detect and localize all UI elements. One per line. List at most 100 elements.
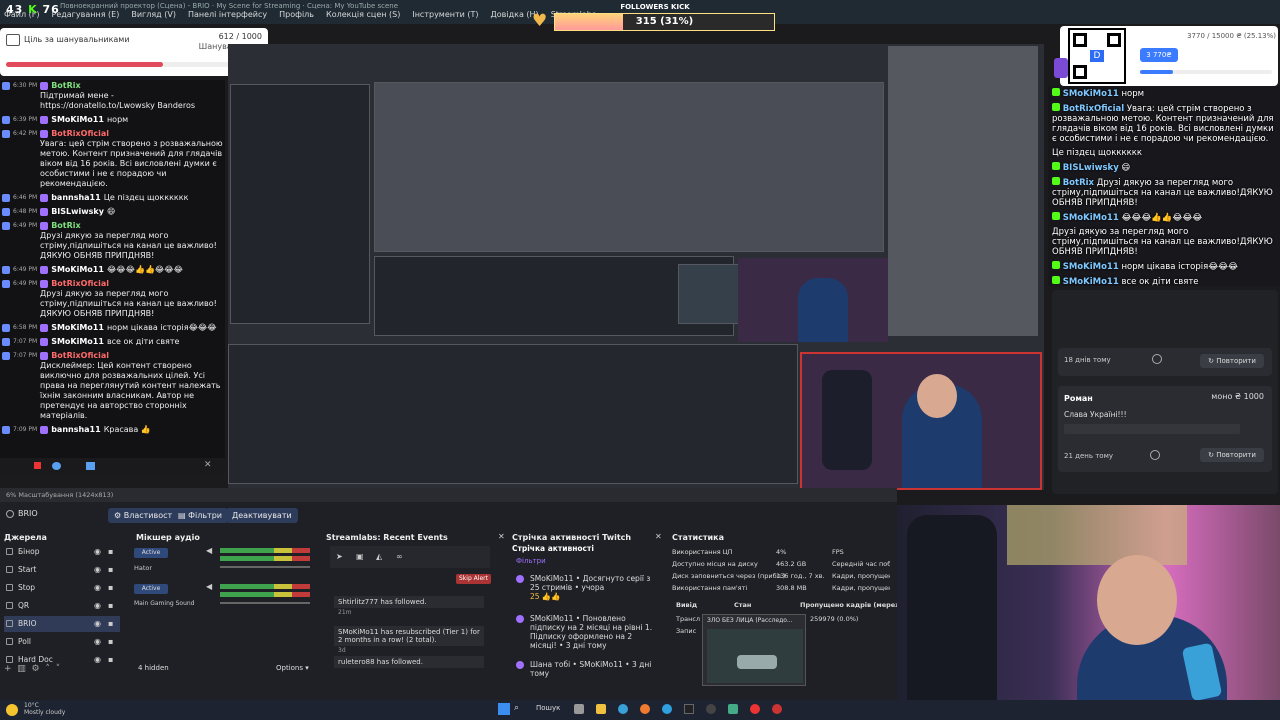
menu-view[interactable]: Вигляд (V) — [131, 10, 176, 19]
overlay-chat-message: BotRixOficial Увага: цей стрім створено … — [1048, 101, 1280, 146]
chrome-icon[interactable] — [750, 704, 760, 714]
stat-extra: Кадри, пропущені че — [832, 584, 890, 592]
channel-active-badge: Active — [134, 548, 168, 558]
stats-col-dropped: Пропущено кадрів (мережа) — [800, 601, 909, 609]
repeat-button[interactable]: ↻ Повторити — [1200, 354, 1264, 368]
options-menu[interactable]: Options ▾ — [276, 664, 309, 672]
eye-icon[interactable]: ◉ — [94, 580, 101, 596]
lock-icon[interactable]: ▪ — [108, 598, 113, 614]
taskbar-search[interactable]: Пошук — [536, 704, 560, 712]
source-item[interactable]: Stop ◉ ▪ — [4, 580, 120, 596]
deactivate-button[interactable]: Деактивувати — [226, 508, 298, 523]
source-item[interactable]: Бінор ◉ ▪ — [4, 544, 120, 560]
close-icon[interactable]: ✕ — [498, 532, 505, 541]
gift-icon[interactable]: ▣ — [356, 552, 364, 561]
speaker-icon[interactable]: ◀ — [206, 546, 212, 555]
message-author[interactable]: BotRixOficial — [51, 351, 109, 361]
close-icon[interactable]: ✕ — [655, 532, 662, 541]
donation-reply-field[interactable] — [1064, 424, 1240, 434]
pause-icon[interactable] — [34, 462, 41, 469]
message-author[interactable]: SMoKiMo11 — [51, 265, 104, 275]
goal-count: 612 / 1000 — [218, 32, 262, 41]
source-item[interactable]: QR ◉ ▪ — [4, 598, 120, 614]
weather-widget[interactable]: 10°C Mostly cloudy — [24, 702, 65, 716]
activity-item: SMoKiMo11 • Поновлено підписку на 2 міся… — [512, 614, 660, 650]
down-icon[interactable]: ˅ — [56, 664, 61, 674]
menu-docks[interactable]: Панелі інтерфейсу — [188, 10, 267, 19]
megaphone-icon[interactable]: ◭ — [376, 552, 382, 561]
settings-icon[interactable]: ⚙ — [32, 664, 40, 674]
obs-status-line: 6% Масштабування (1424x813) — [0, 488, 897, 502]
menu-scene-collection[interactable]: Колекція сцен (S) — [326, 10, 400, 19]
streamlabs-icon[interactable] — [772, 704, 782, 714]
donation-name: Роман — [1064, 394, 1093, 403]
add-icon[interactable]: + — [4, 664, 12, 674]
filters-button[interactable]: ▤ Фільтри — [172, 508, 228, 523]
link-icon[interactable]: ∞ — [396, 552, 403, 561]
eye-icon[interactable]: ◉ — [94, 562, 101, 578]
video-thumbnail-popup[interactable]: ЗЛО БЕЗ ЛИЦА (Расследо... — [702, 614, 806, 686]
message-time: 6:39 PM — [13, 116, 38, 123]
message-author[interactable]: BotRixOficial — [51, 279, 109, 289]
source-item[interactable]: Start ◉ ▪ — [4, 562, 120, 578]
kick-logo-icon — [1054, 58, 1068, 78]
eye-icon[interactable]: ◉ — [94, 634, 101, 650]
task-view-icon[interactable] — [574, 704, 584, 714]
telegram-icon[interactable] — [662, 704, 672, 714]
message-author[interactable]: BISLwiwsky — [51, 207, 104, 217]
menu-edit[interactable]: Редагування (E) — [52, 10, 120, 19]
lock-icon[interactable]: ▪ — [108, 634, 113, 650]
properties-button[interactable]: ⚙ Властивості — [108, 508, 181, 523]
stat-label: Доступно місця на диску — [672, 560, 758, 568]
message-author[interactable]: BotRix — [51, 81, 80, 91]
lock-icon[interactable]: ▪ — [108, 580, 113, 596]
firefox-icon[interactable] — [640, 704, 650, 714]
overlay-chat-message: SMoKiMo11 норм — [1048, 86, 1280, 101]
viewer-counter: 43 K 76 — [6, 3, 60, 16]
lock-icon[interactable]: ▪ — [108, 652, 113, 668]
folder-icon[interactable] — [596, 704, 606, 714]
volume-slider[interactable] — [220, 602, 310, 604]
message-author[interactable]: SMoKiMo11 — [51, 323, 104, 333]
eye-icon[interactable]: ◉ — [94, 652, 101, 668]
lock-icon[interactable]: ▪ — [108, 562, 113, 578]
eye-icon[interactable]: ◉ — [94, 598, 101, 614]
filter-icon[interactable] — [86, 462, 95, 470]
stat-value: 463.2 GB — [776, 560, 807, 568]
menu-profile[interactable]: Профіль — [279, 10, 314, 19]
message-author[interactable]: SMoKiMo11 — [51, 337, 104, 347]
close-icon[interactable]: ✕ — [204, 460, 212, 470]
eye-icon[interactable]: ◉ — [94, 544, 101, 560]
eye-icon[interactable] — [1150, 450, 1160, 460]
menu-tools[interactable]: Інструменти (T) — [412, 10, 478, 19]
user-icon[interactable] — [52, 462, 61, 470]
repeat-button[interactable]: ↻ Повторити — [1200, 448, 1264, 462]
send-icon[interactable]: ➤ — [336, 552, 343, 561]
event-ago: 21m — [338, 609, 352, 616]
speaker-icon[interactable]: ◀ — [206, 582, 212, 591]
windows-start-icon[interactable] — [498, 703, 510, 715]
up-icon[interactable]: ˄ — [45, 664, 50, 674]
source-item[interactable]: Poll ◉ ▪ — [4, 634, 120, 650]
activity-filter[interactable]: Фільтри — [516, 557, 546, 565]
eye-icon[interactable] — [1152, 354, 1162, 364]
remove-icon[interactable]: ▥ — [17, 664, 26, 674]
message-author[interactable]: bannsha11 — [51, 425, 101, 435]
volume-slider[interactable] — [220, 566, 310, 568]
lock-icon[interactable]: ▪ — [108, 544, 113, 560]
edge-icon[interactable] — [618, 704, 628, 714]
lock-icon[interactable]: ▪ — [108, 616, 113, 632]
message-author[interactable]: BotRixOficial — [51, 129, 109, 139]
message-author[interactable]: bannsha11 — [51, 193, 101, 203]
eye-icon[interactable]: ◉ — [94, 616, 101, 632]
skip-alert-button[interactable]: Skip Alert — [456, 574, 491, 584]
activity-text: SMoKiMo11 • Досягнуто серії з 25 стримів… — [530, 574, 651, 592]
stats-row: Використання пам'яті 308.8 MB Кадри, пропу… — [672, 584, 892, 592]
obs-icon[interactable] — [706, 704, 716, 714]
message-author[interactable]: BotRix — [51, 221, 80, 231]
popup-title: ЗЛО БЕЗ ЛИЦА (Расследо... — [707, 617, 793, 624]
source-item[interactable]: BRIO ◉ ▪ — [4, 616, 120, 632]
app-icon[interactable] — [728, 704, 738, 714]
app-icon[interactable] — [684, 704, 694, 714]
message-author[interactable]: SMoKiMo11 — [51, 115, 104, 125]
